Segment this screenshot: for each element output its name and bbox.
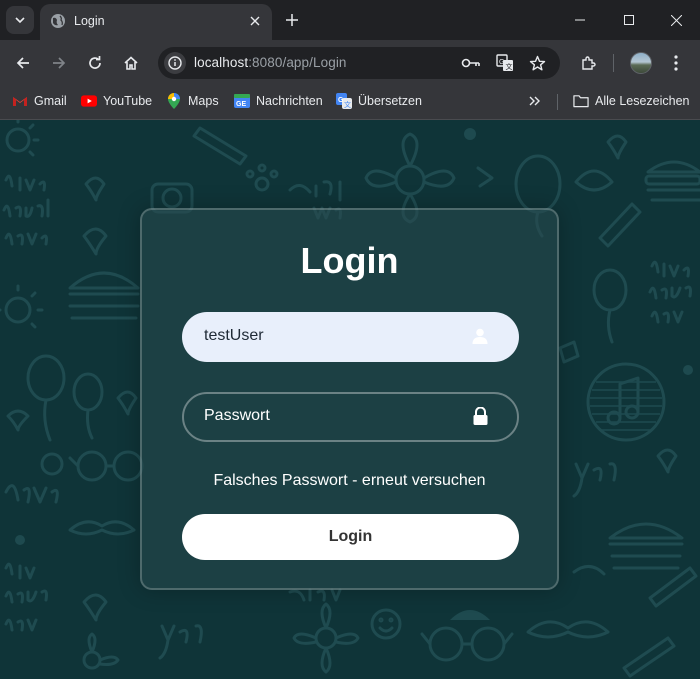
bookmark-nachrichten[interactable]: GE Nachrichten: [234, 91, 323, 111]
news-icon: GE: [234, 93, 250, 109]
password-input-placeholder[interactable]: Passwort: [204, 407, 270, 425]
address-bar[interactable]: localhost:8080/app/Login G文: [158, 47, 560, 79]
plus-icon: [286, 14, 298, 26]
tab-close-button[interactable]: [246, 12, 264, 30]
maximize-button[interactable]: [609, 4, 649, 36]
tab-title: Login: [74, 14, 105, 28]
lock-icon: [471, 407, 489, 425]
svg-text:文: 文: [506, 62, 513, 71]
chevron-down-icon: [15, 17, 25, 24]
svg-text:文: 文: [344, 100, 351, 109]
globe-icon: [51, 14, 65, 28]
login-card: Login testUser Passwort Falsches Passwor…: [140, 208, 559, 590]
double-chevron-right-icon: [527, 93, 543, 109]
bookmark-star-button[interactable]: [527, 53, 547, 73]
bookmark-label: Gmail: [34, 94, 67, 108]
svg-text:G: G: [499, 59, 504, 66]
password-field[interactable]: Passwort: [182, 392, 519, 442]
username-input-value[interactable]: testUser: [204, 327, 264, 345]
maximize-icon: [624, 15, 634, 25]
bookmark-label: Nachrichten: [256, 94, 323, 108]
puzzle-icon: [581, 55, 596, 70]
minimize-button[interactable]: [560, 4, 600, 36]
svg-text:GE: GE: [236, 101, 246, 108]
site-info-button[interactable]: [164, 52, 186, 74]
bookmarks-divider: [557, 94, 558, 110]
home-button[interactable]: [117, 49, 145, 77]
bookmark-label: Übersetzen: [358, 94, 422, 108]
toolbar-divider: [613, 54, 614, 72]
extensions-button[interactable]: [574, 49, 602, 77]
login-button[interactable]: Login: [182, 514, 519, 560]
page-title: Login: [300, 240, 399, 281]
tab-strip: Login: [0, 0, 700, 40]
info-icon: [168, 56, 182, 70]
close-icon: [670, 14, 682, 26]
translate-page-button[interactable]: G文: [495, 53, 515, 73]
gmail-icon: [12, 93, 28, 109]
key-icon: [461, 58, 480, 68]
bookmark-gmail[interactable]: Gmail: [12, 91, 67, 111]
youtube-icon: [81, 93, 97, 109]
user-icon: [471, 327, 489, 345]
bookmark-uebersetzen[interactable]: G文 Übersetzen: [336, 91, 422, 111]
more-vert-icon: [674, 55, 678, 71]
forward-button[interactable]: [45, 49, 73, 77]
reload-icon: [89, 56, 101, 69]
folder-icon: [573, 93, 589, 109]
browser-tab[interactable]: Login: [40, 4, 272, 40]
back-button[interactable]: [9, 49, 37, 77]
maps-icon: [166, 93, 182, 109]
url-text: localhost:8080/app/Login: [194, 55, 347, 70]
arrow-right-icon: [53, 57, 66, 69]
close-window-button[interactable]: [656, 4, 696, 36]
bookmark-label: YouTube: [103, 94, 153, 108]
star-icon: [529, 55, 545, 70]
bookmark-youtube[interactable]: YouTube: [81, 91, 152, 111]
arrow-left-icon: [16, 57, 29, 69]
close-icon: [250, 16, 260, 26]
url-path: :8080/app/Login: [248, 55, 347, 70]
username-field[interactable]: testUser: [182, 312, 519, 362]
translate-icon: G文: [496, 54, 513, 71]
new-tab-button[interactable]: [282, 10, 302, 30]
tab-search-button[interactable]: [6, 6, 34, 34]
minimize-icon: [575, 19, 585, 21]
bookmarks-overflow-button[interactable]: [527, 91, 543, 111]
profile-avatar[interactable]: [630, 52, 652, 74]
bookmark-maps[interactable]: Maps: [166, 91, 219, 111]
all-bookmarks-button[interactable]: Alle Lesezeichen: [573, 91, 690, 111]
passwords-button[interactable]: [461, 53, 481, 73]
error-message: Falsches Passwort - erneut versuchen: [213, 472, 486, 489]
all-bookmarks-label: Alle Lesezeichen: [595, 94, 690, 108]
home-icon: [124, 56, 138, 70]
page-viewport: Login testUser Passwort Falsches Passwor…: [0, 120, 700, 679]
menu-button[interactable]: [662, 49, 690, 77]
reload-button[interactable]: [81, 49, 109, 77]
browser-toolbar: localhost:8080/app/Login G文: [0, 40, 700, 86]
bookmark-label: Maps: [188, 94, 219, 108]
translate-icon: G文: [336, 93, 352, 109]
url-host: localhost: [194, 55, 249, 70]
bookmarks-bar: Gmail YouTube Maps GE Nachrichten G文 Übe…: [0, 86, 700, 116]
